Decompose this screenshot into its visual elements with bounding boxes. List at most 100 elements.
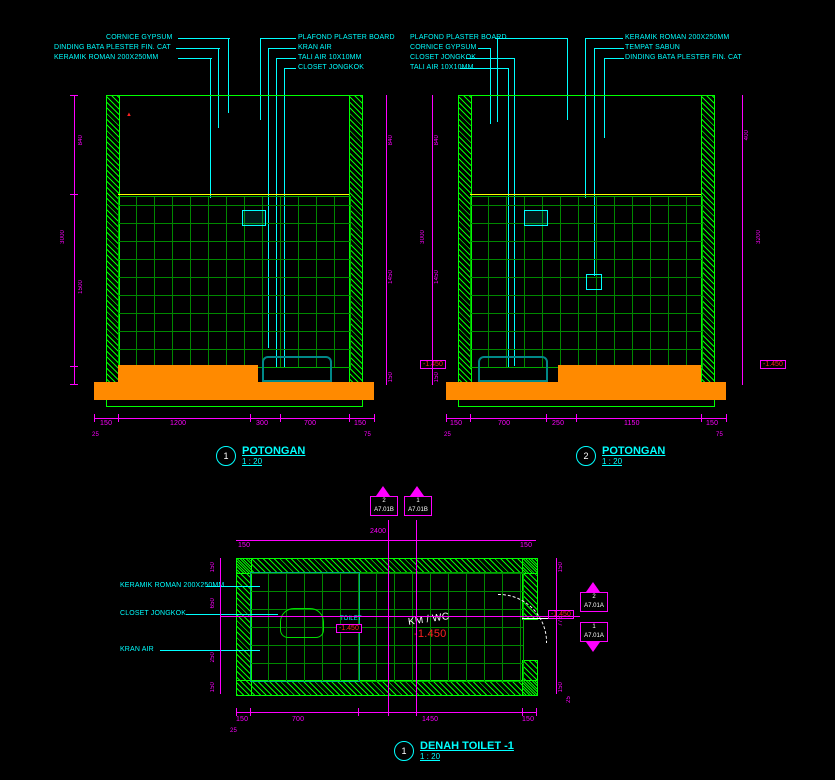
anno-tali-1: TALI AIR 10X10MM — [298, 54, 362, 61]
dim-tick — [546, 414, 547, 422]
dim: 840 — [434, 135, 440, 145]
cad-drawing-canvas: CORNICE GYPSUM DINDING BATA PLESTER FIN.… — [0, 0, 835, 780]
dim: 150 — [450, 420, 462, 427]
soap-holder — [586, 274, 602, 290]
plafond-line — [118, 194, 349, 195]
anno-keramik-2: KERAMIK ROMAN 200X250MM — [625, 34, 729, 41]
closet-jongkok-2 — [478, 356, 548, 382]
section-marker-1r: 1A7.01A — [580, 622, 606, 652]
anno-plafond-1: PLAFOND PLASTER BOARD — [298, 34, 395, 41]
triangle-icon — [586, 582, 600, 592]
vent-box — [242, 210, 266, 226]
slab-2 — [446, 382, 726, 400]
leader — [284, 68, 296, 69]
dim-tick — [70, 366, 78, 367]
dim-25: 25 — [92, 432, 99, 438]
leader — [206, 586, 260, 587]
dim: 250 — [210, 652, 216, 662]
bubble-num: 2 — [583, 451, 588, 461]
leader — [478, 48, 490, 49]
section-1-name: POTONGAN — [242, 445, 305, 457]
dim-tick — [250, 414, 251, 422]
section-cut-v1 — [388, 520, 389, 716]
dim: 25 — [566, 696, 572, 703]
section-cut-v2 — [416, 520, 417, 716]
dim: 700 — [498, 420, 510, 427]
wall-right-b — [522, 660, 538, 696]
dim: 25 — [444, 432, 451, 438]
plan-anno-kran: KRAN AIR — [120, 646, 154, 653]
leader — [260, 38, 296, 39]
dim-tick — [374, 414, 375, 422]
plan-name: DENAH TOILET -1 — [420, 740, 514, 752]
section-marker-1: 1A7.01B — [404, 486, 430, 516]
dim: 650 — [210, 598, 216, 608]
dim: 1450 — [422, 716, 438, 723]
section-2-title: 2 POTONGAN 1 : 20 — [576, 445, 665, 466]
dim: 150 — [558, 562, 564, 572]
tile-field-1 — [118, 196, 351, 368]
dim: 400 — [744, 130, 750, 140]
dim-1500: 1500 — [78, 280, 84, 294]
toilet-plan — [280, 608, 324, 638]
dim: 150 — [520, 542, 532, 549]
marker-ref: 2A7.01B — [370, 496, 398, 516]
leader — [178, 38, 230, 39]
dim-150b: 150 — [354, 420, 366, 427]
dim-840b: 840 — [388, 135, 394, 145]
anno-closet-1: CLOSET JONGKOK — [298, 64, 364, 71]
plan-scale: 1 : 20 — [420, 752, 514, 761]
wall-hatch — [349, 95, 363, 387]
dim-tick — [94, 414, 95, 422]
plafond-line-2 — [470, 194, 701, 195]
dim-tick — [470, 414, 471, 422]
dim-840: 840 — [78, 135, 84, 145]
bubble-circle: 1 — [394, 741, 414, 761]
section-1-scale: 1 : 20 — [242, 457, 305, 466]
elev-top-1: ▲ — [126, 112, 132, 118]
dim-line — [446, 418, 726, 419]
bubble-num: 1 — [401, 746, 406, 756]
dim-tick — [576, 414, 577, 422]
dim-line — [236, 540, 536, 541]
dim-150h: 150 — [388, 372, 394, 382]
vent-box-2 — [524, 210, 548, 226]
plan-elev-1: -1.450 — [336, 624, 362, 633]
leader — [276, 58, 296, 59]
slab-1 — [94, 382, 374, 400]
triangle-icon — [410, 486, 424, 496]
dim: 1150 — [624, 420, 640, 427]
triangle-icon — [586, 642, 600, 652]
section-marker-2r: 2A7.01A — [580, 582, 606, 612]
dim: 3200 — [756, 230, 762, 244]
dim-2400: 2400 — [370, 528, 386, 535]
dim: 250 — [552, 420, 564, 427]
door-swing-arc — [498, 594, 547, 643]
leader — [466, 58, 514, 59]
dim-1450: 1450 — [388, 270, 394, 284]
section-cut-h — [220, 616, 580, 617]
dim-line-v — [556, 558, 557, 694]
bubble-circle: 1 — [216, 446, 236, 466]
leader — [178, 58, 212, 59]
dim: 75 — [716, 432, 723, 438]
dim: 150 — [236, 716, 248, 723]
dim-tick — [522, 708, 523, 716]
dim-tick — [701, 414, 702, 422]
plan-title: 1 DENAH TOILET -1 1 : 20 — [394, 740, 514, 761]
dim-3000: 3000 — [60, 230, 66, 244]
dim-line-v — [742, 95, 743, 385]
anno-dinding-1: DINDING BATA PLESTER FIN. CAT — [54, 44, 171, 51]
dim-700: 700 — [304, 420, 316, 427]
dim: 150 — [434, 372, 440, 382]
anno-kran-1: KRAN AIR — [298, 44, 332, 51]
dim-line-v — [74, 95, 75, 385]
section-2-scale: 1 : 20 — [602, 457, 665, 466]
dim-tick — [118, 414, 119, 422]
dim: 150 — [210, 682, 216, 692]
leader — [268, 48, 296, 49]
triangle-icon — [376, 486, 390, 496]
dim: 150 — [238, 542, 250, 549]
wall-bottom — [236, 680, 538, 696]
wall-hatch — [701, 95, 715, 387]
